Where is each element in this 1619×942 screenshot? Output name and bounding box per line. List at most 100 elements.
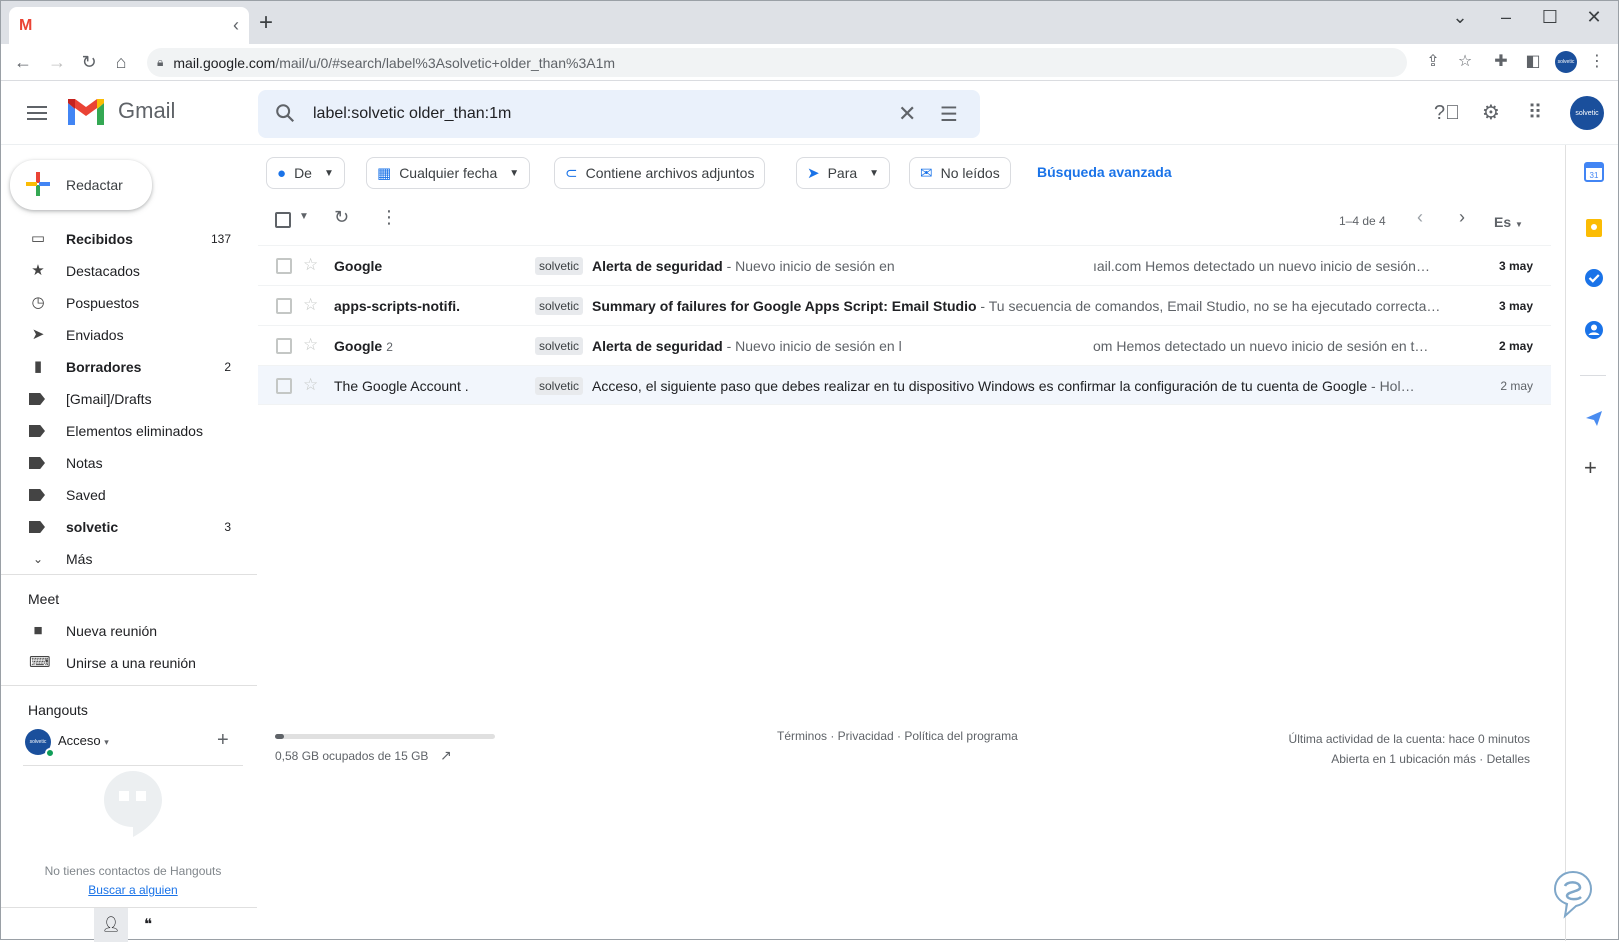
email-row[interactable]: ☆ apps-scripts-notifi. solvetic Summary … [258, 285, 1551, 325]
help-icon[interactable]: ?⃝ [1432, 98, 1462, 128]
address-bar[interactable]: 🔒︎ mail.google.com /mail/u/0/#search/lab… [147, 48, 1407, 77]
row-checkbox[interactable] [276, 338, 292, 354]
email-label-chip[interactable]: solvetic [535, 377, 584, 395]
new-tab-button[interactable]: + [259, 11, 273, 35]
hangouts-user[interactable]: Acceso ▾ [58, 733, 109, 748]
sidebar-item-elementos-eliminados[interactable]: Elementos eliminados [1, 415, 257, 447]
input-tools-button[interactable]: Es ▼ [1494, 214, 1523, 230]
search-options-icon[interactable]: ☰ [940, 102, 958, 127]
add-contact-icon[interactable]: + [217, 729, 229, 752]
compose-label: Redactar [66, 177, 123, 193]
extensions-puzzle-icon[interactable]: ✚ [1489, 50, 1513, 74]
sidebar-item-mas[interactable]: ⌄ Más [1, 543, 257, 575]
refresh-icon[interactable]: ↻ [334, 207, 349, 228]
sidebar-item-solvetic[interactable]: solvetic 3 [1, 511, 257, 543]
select-all-checkbox[interactable] [275, 212, 291, 233]
select-menu-caret-icon[interactable]: ▼ [299, 211, 309, 222]
compose-button[interactable]: Redactar [10, 160, 152, 210]
sidebar-item-gmail-drafts[interactable]: [Gmail]/Drafts [1, 383, 257, 415]
clock-icon: ◷ [31, 294, 45, 311]
email-sender: The Google Account . [334, 378, 469, 394]
addon-send-icon[interactable] [1583, 407, 1605, 429]
reload-icon[interactable]: ↻ [77, 50, 101, 74]
label-icon [29, 518, 47, 536]
minimize-button[interactable]: – [1491, 7, 1521, 28]
forward-icon[interactable]: → [45, 50, 69, 74]
more-options-icon[interactable]: ⋮ [380, 207, 398, 228]
star-icon[interactable]: ☆ [303, 335, 318, 355]
contacts-app-icon[interactable] [1583, 319, 1605, 341]
close-window-button[interactable]: ✕ [1579, 7, 1609, 28]
chrome-menu-icon[interactable]: ⋮ [1585, 50, 1609, 74]
person-icon: ● [277, 164, 287, 182]
tasks-app-icon[interactable] [1583, 267, 1605, 289]
open-external-icon[interactable]: ↗ [440, 747, 452, 764]
maximize-button[interactable]: ☐ [1535, 7, 1565, 28]
chevron-down-icon: ⌄ [32, 552, 44, 566]
back-icon[interactable]: ← [11, 50, 35, 74]
activity-details-link[interactable]: Abierta en 1 ubicación más · Detalles [1201, 749, 1530, 769]
browser-tab[interactable]: M ‹ [9, 7, 249, 44]
share-icon[interactable]: ⇪ [1421, 50, 1445, 74]
hangouts-tabs: 👤︎ ❝ [1, 907, 257, 942]
email-row[interactable]: ☆ The Google Account . solvetic Acceso, … [258, 365, 1551, 405]
email-label-chip[interactable]: solvetic [535, 337, 584, 355]
sidebar-item-borradores[interactable]: ▮ Borradores 2 [1, 351, 257, 383]
compose-plus-icon [26, 172, 50, 196]
chip-any-date[interactable]: ▦ Cualquier fecha ▼ [366, 157, 531, 189]
email-label-chip[interactable]: solvetic [535, 257, 584, 275]
search-input[interactable] [313, 99, 873, 129]
sidebar-item-saved[interactable]: Saved [1, 479, 257, 511]
last-activity-text: Última actividad de la cuenta: hace 0 mi… [1288, 732, 1530, 746]
star-icon[interactable]: ☆ [303, 295, 318, 315]
account-avatar[interactable]: solvetic [1570, 96, 1604, 130]
join-meeting-button[interactable]: ⌨ Unirse a una reunión [1, 647, 257, 679]
apps-grid-icon[interactable]: ⠿ [1520, 98, 1550, 128]
sidebar-item-enviados[interactable]: ➤ Enviados [1, 319, 257, 351]
chip-has-attachment[interactable]: ⊂ Contiene archivos adjuntos [554, 157, 766, 189]
email-preview-tail: om Hemos detectado un nuevo inicio de se… [1093, 338, 1429, 354]
tab-search-icon[interactable]: ⌄ [1445, 7, 1475, 28]
caret-down-icon: ▼ [323, 167, 334, 179]
get-addons-icon[interactable]: + [1584, 455, 1597, 481]
next-page-icon[interactable]: › [1459, 207, 1465, 228]
row-checkbox[interactable] [276, 258, 292, 274]
sidebar-item-notas[interactable]: Notas [1, 447, 257, 479]
inbox-icon: ▭ [30, 230, 46, 247]
star-icon[interactable]: ☆ [303, 255, 318, 275]
side-panel-icon[interactable]: ◧ [1521, 50, 1545, 74]
chip-unread[interactable]: ✉ No leídos [909, 157, 1011, 189]
email-sender: Google 2 [334, 338, 393, 354]
chip-to[interactable]: ➤ Para ▼ [796, 157, 891, 189]
advanced-search-link[interactable]: Búsqueda avanzada [1037, 164, 1172, 180]
caret-down-icon: ▼ [869, 167, 880, 179]
keep-app-icon[interactable] [1583, 217, 1605, 239]
row-checkbox[interactable] [276, 378, 292, 394]
browser-profile-avatar[interactable]: solvetic [1555, 51, 1577, 73]
main-menu-icon[interactable] [25, 101, 49, 125]
search-icon[interactable] [274, 102, 296, 124]
clear-search-icon[interactable]: ✕ [898, 101, 916, 127]
bookmark-star-icon[interactable]: ☆ [1453, 50, 1477, 74]
email-row[interactable]: ☆ Google solvetic Alerta de seguridad - … [258, 245, 1551, 285]
new-meeting-button[interactable]: ■ Nueva reunión [1, 615, 257, 647]
close-tab-icon[interactable]: ‹ [233, 15, 239, 36]
email-date: 3 may [1498, 259, 1533, 273]
svg-text:31: 31 [1590, 171, 1599, 180]
email-row[interactable]: ☆ Google 2 solvetic Alerta de seguridad -… [258, 325, 1551, 365]
row-checkbox[interactable] [276, 298, 292, 314]
calendar-app-icon[interactable]: 31 [1583, 161, 1605, 183]
home-icon[interactable]: ⌂ [109, 50, 133, 74]
chip-from[interactable]: ● De ▼ [266, 157, 345, 189]
sidebar-item-recibidos[interactable]: ▭ Recibidos 137 [1, 223, 257, 255]
conversations-tab-icon[interactable]: ❝ [131, 908, 165, 942]
find-someone-link[interactable]: Buscar a alguien [1, 883, 265, 897]
prev-page-icon[interactable]: ‹ [1417, 207, 1423, 228]
sidebar-item-destacados[interactable]: ★ Destacados [1, 255, 257, 287]
settings-gear-icon[interactable]: ⚙ [1476, 98, 1506, 128]
footer-links[interactable]: Términos · Privacidad · Política del pro… [777, 729, 1018, 743]
email-label-chip[interactable]: solvetic [535, 297, 584, 315]
star-icon[interactable]: ☆ [303, 375, 318, 395]
contacts-tab-icon[interactable]: 👤︎ [94, 908, 128, 942]
sidebar-item-pospuestos[interactable]: ◷ Pospuestos [1, 287, 257, 319]
